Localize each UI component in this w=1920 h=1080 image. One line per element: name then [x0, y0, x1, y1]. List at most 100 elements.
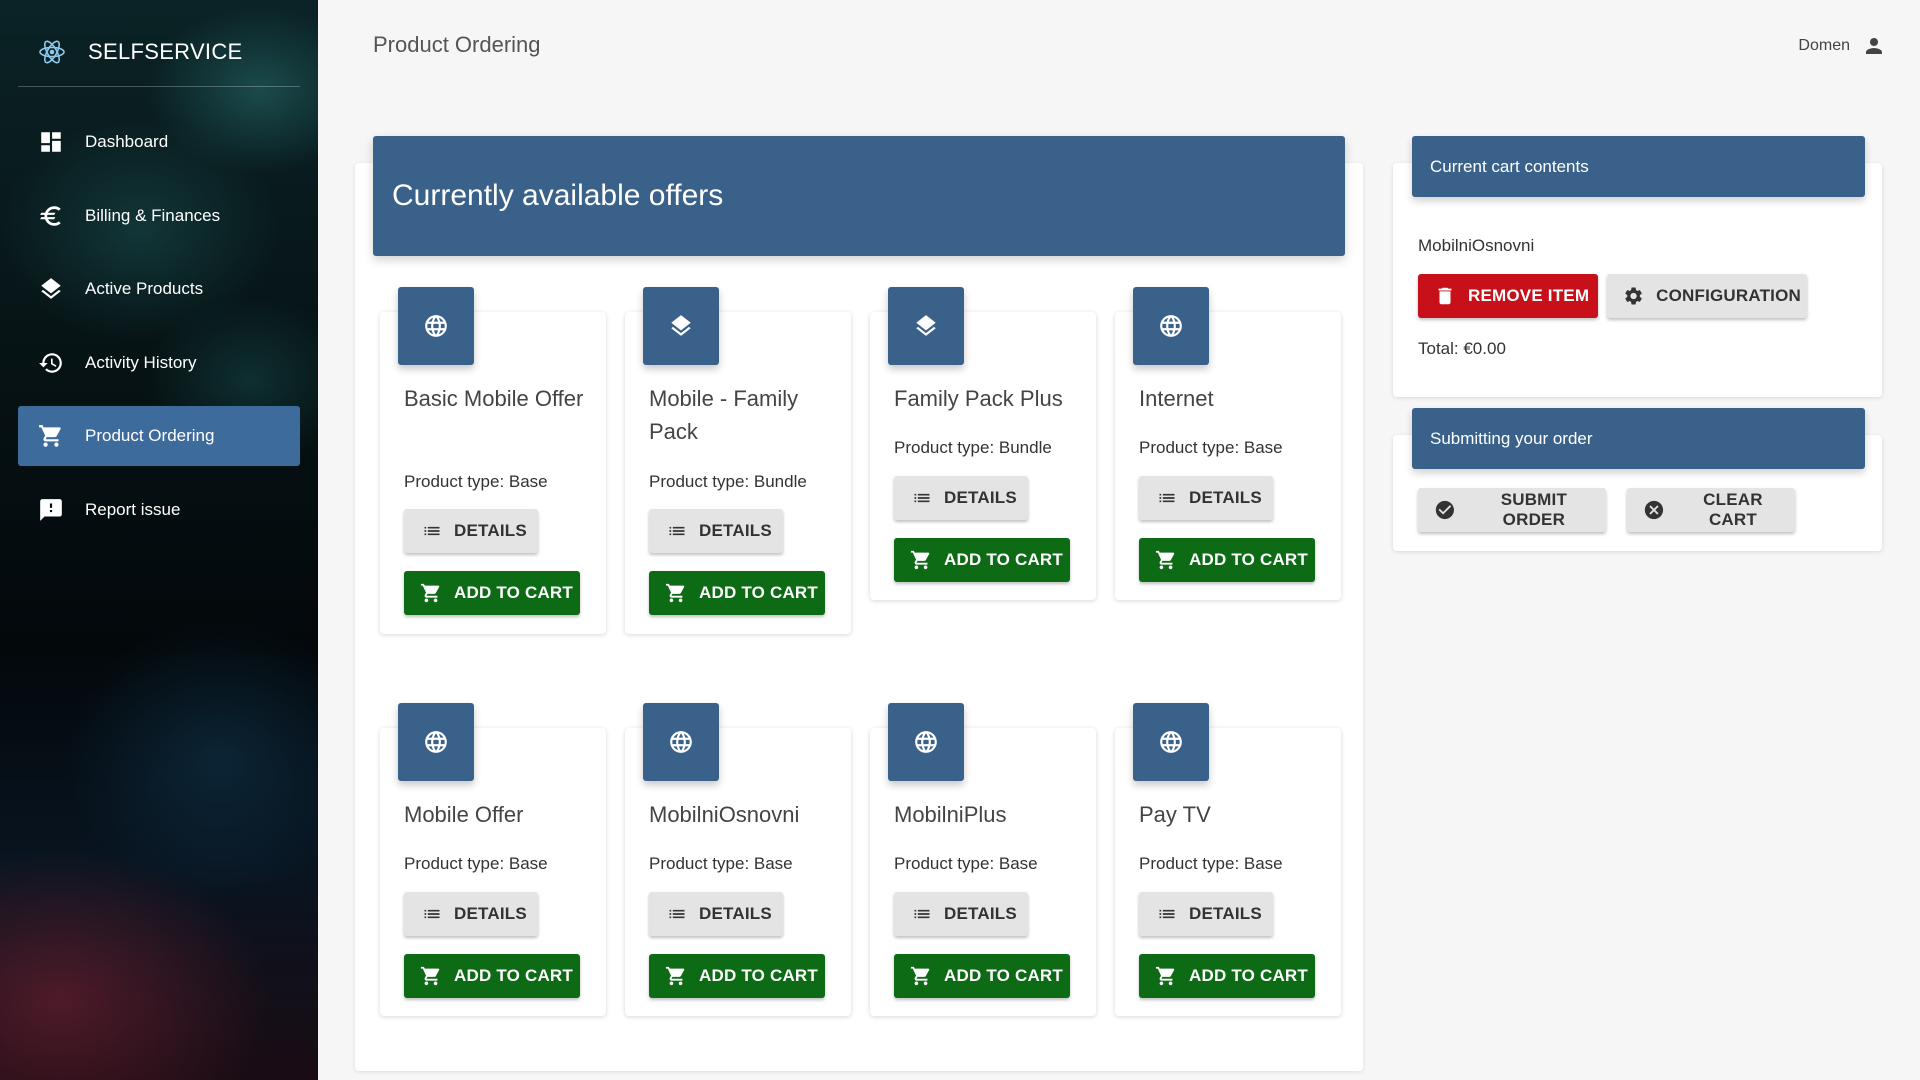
add-to-cart-button[interactable]: ADD TO CART: [404, 954, 580, 998]
sidebar-item-label: Dashboard: [85, 132, 169, 151]
details-label: DETAILS: [1189, 488, 1262, 507]
sidebar-nav: Dashboard Billing & Finances Active Prod…: [18, 112, 300, 553]
dashboard-icon: [38, 129, 64, 155]
remove-item-button[interactable]: REMOVE ITEM: [1418, 274, 1598, 318]
page-title: Product Ordering: [373, 32, 541, 57]
list-icon: [914, 493, 930, 503]
sidebar-item-billing[interactable]: Billing & Finances: [18, 186, 300, 246]
sidebar-item-report-issue[interactable]: Report issue: [18, 480, 300, 540]
offer-card: Family Pack Plus Product type: Bundle DE…: [870, 287, 1096, 600]
add-label: ADD TO CART: [454, 583, 573, 602]
cart-header: Current cart contents: [1412, 136, 1865, 197]
sidebar-item-dashboard[interactable]: Dashboard: [18, 112, 300, 172]
layers-icon: [888, 287, 964, 365]
offer-name: Pay TV: [1139, 802, 1211, 827]
remove-label: REMOVE ITEM: [1468, 286, 1590, 305]
details-label: DETAILS: [454, 904, 527, 923]
offers-header: Currently available offers: [373, 136, 1345, 256]
cart-icon: [910, 550, 930, 570]
details-button[interactable]: DETAILS: [894, 476, 1028, 520]
add-to-cart-button[interactable]: ADD TO CART: [404, 571, 580, 615]
user-menu[interactable]: Domen: [1798, 34, 1886, 58]
details-label: DETAILS: [944, 904, 1017, 923]
sidebar-item-label: Product Ordering: [85, 426, 215, 445]
sidebar-item-active-products[interactable]: Active Products: [18, 259, 300, 319]
cart-icon: [1155, 966, 1175, 986]
report-icon: [38, 497, 64, 523]
offer-type: Product type: Base: [649, 854, 793, 873]
add-label: ADD TO CART: [944, 966, 1063, 985]
offer-card: Internet Product type: Base DETAILS ADD …: [1115, 287, 1341, 600]
user-name: Domen: [1798, 37, 1850, 54]
cart-icon: [420, 966, 440, 986]
offer-name: Mobile Offer: [404, 802, 524, 827]
list-icon: [1159, 493, 1175, 503]
add-to-cart-button[interactable]: ADD TO CART: [1139, 954, 1315, 998]
offer-type: Product type: Base: [894, 854, 1038, 873]
cart-icon: [38, 423, 64, 449]
sidebar-item-product-ordering[interactable]: Product Ordering: [18, 406, 300, 466]
add-label: ADD TO CART: [944, 550, 1063, 569]
add-to-cart-button[interactable]: ADD TO CART: [1139, 538, 1315, 582]
offer-name: Basic Mobile Offer: [404, 386, 584, 411]
offer-name: Family Pack Plus: [894, 386, 1063, 411]
add-label: ADD TO CART: [1189, 550, 1308, 569]
details-button[interactable]: DETAILS: [649, 509, 783, 553]
list-icon: [424, 909, 440, 919]
layers-icon: [643, 287, 719, 365]
add-label: ADD TO CART: [699, 583, 818, 602]
history-icon: [38, 350, 64, 376]
clear-label: CLEAR CART: [1703, 490, 1763, 529]
details-label: DETAILS: [454, 521, 527, 540]
submit-header: Submitting your order: [1412, 408, 1865, 469]
details-button[interactable]: DETAILS: [404, 509, 538, 553]
details-label: DETAILS: [1189, 904, 1262, 923]
offer-card: MobilniPlus Product type: Base DETAILS A…: [870, 703, 1096, 1016]
offer-type: Product type: Bundle: [649, 472, 807, 491]
sidebar-item-activity-history[interactable]: Activity History: [18, 333, 300, 393]
offer-card: Mobile Offer Product type: Base DETAILS …: [380, 703, 606, 1016]
globe-icon: [1133, 703, 1209, 781]
add-to-cart-button[interactable]: ADD TO CART: [894, 954, 1070, 998]
globe-icon: [643, 703, 719, 781]
person-icon: [1866, 38, 1882, 54]
details-button[interactable]: DETAILS: [404, 892, 538, 936]
submit-title: Submitting your order: [1430, 428, 1593, 448]
cart-icon: [665, 583, 685, 603]
details-button[interactable]: DETAILS: [894, 892, 1028, 936]
offer-type: Product type: Base: [404, 472, 548, 491]
offer-type: Product type: Base: [1139, 438, 1283, 457]
offers-title: Currently available offers: [392, 179, 724, 212]
details-label: DETAILS: [944, 488, 1017, 507]
details-label: DETAILS: [699, 904, 772, 923]
list-icon: [669, 909, 685, 919]
offer-card: Basic Mobile Offer Product type: Base DE…: [380, 287, 606, 634]
sidebar: SELFSERVICE Dashboard Billing & Finances…: [0, 0, 318, 1080]
offer-card: MobilniOsnovni Product type: Base DETAIL…: [625, 703, 851, 1016]
details-button[interactable]: DETAILS: [1139, 892, 1273, 936]
brand[interactable]: SELFSERVICE: [18, 18, 300, 87]
add-to-cart-button[interactable]: ADD TO CART: [649, 954, 825, 998]
submit-order-button[interactable]: SUBMIT ORDER: [1418, 488, 1606, 532]
offer-name: Internet: [1139, 386, 1214, 411]
add-to-cart-button[interactable]: ADD TO CART: [894, 538, 1070, 582]
cart-icon: [910, 966, 930, 986]
offer-type: Product type: Base: [1139, 854, 1283, 873]
brand-name: SELFSERVICE: [88, 39, 243, 64]
cart-total: Total: €0.00: [1418, 339, 1506, 358]
details-button[interactable]: DETAILS: [649, 892, 783, 936]
cart-item-name: MobilniOsnovni: [1418, 236, 1535, 255]
details-button[interactable]: DETAILS: [1139, 476, 1273, 520]
add-label: ADD TO CART: [699, 966, 818, 985]
cancel-circle-icon: [1644, 500, 1664, 520]
add-to-cart-button[interactable]: ADD TO CART: [649, 571, 825, 615]
sidebar-item-label: Report issue: [85, 499, 181, 519]
offer-type: Product type: Base: [404, 854, 548, 873]
offer-name: MobilniPlus: [894, 802, 1007, 827]
add-label: ADD TO CART: [1189, 966, 1308, 985]
check-circle-icon: [1435, 500, 1454, 520]
clear-cart-button[interactable]: CLEAR CART: [1627, 488, 1795, 532]
trash-icon: [1438, 287, 1452, 305]
configuration-button[interactable]: CONFIGURATION: [1607, 274, 1807, 318]
cart-icon: [665, 966, 685, 986]
